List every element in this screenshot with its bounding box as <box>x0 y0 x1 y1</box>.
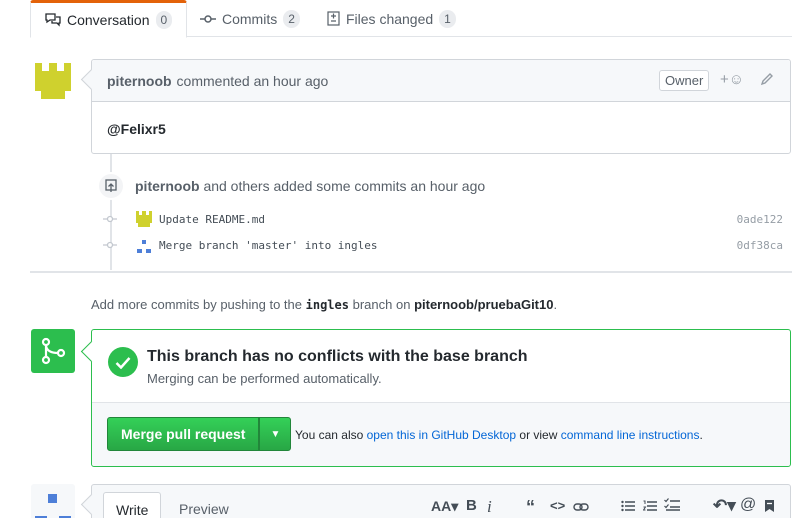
repo-push-icon <box>97 172 125 200</box>
reply-icon[interactable]: ↶▾ <box>713 496 736 516</box>
timeline-divider <box>30 271 792 273</box>
owner-badge: Owner <box>659 70 710 91</box>
triangle-down-icon: ▼ <box>270 428 281 440</box>
tab-counter: 1 <box>439 9 456 28</box>
open-github-desktop-link[interactable]: open this in GitHub Desktop <box>367 428 516 442</box>
event-author[interactable]: piternoob <box>135 178 200 194</box>
push-hint-middle: branch on <box>352 297 411 312</box>
pencil-icon[interactable] <box>760 72 774 89</box>
comment-header: piternoob commented an hour ago Owner +☺ <box>92 60 790 102</box>
tab-preview[interactable]: Preview <box>167 492 241 518</box>
pr-tabs: Conversation 0 Commits 2 Files changed 1 <box>30 0 792 38</box>
link-icon[interactable] <box>573 499 589 516</box>
avatar[interactable] <box>31 484 75 518</box>
push-hint-prefix: Add more commits by pushing to the <box>91 297 302 312</box>
commit-row: Update README.md 0ade122 <box>103 209 791 229</box>
commit-event-text: piternoob and others added some commits … <box>135 178 485 194</box>
commit-message[interactable]: Merge branch 'master' into ingles <box>159 239 378 252</box>
git-merge-icon <box>31 329 75 373</box>
merge-help-prefix: You can also <box>295 428 364 442</box>
quote-icon[interactable]: “ <box>526 497 535 518</box>
git-commit-icon <box>103 238 117 252</box>
commit-message[interactable]: Update README.md <box>159 213 265 226</box>
merge-box: This branch has no conflicts with the ba… <box>91 329 791 467</box>
numbered-list-icon[interactable] <box>642 499 657 516</box>
tab-label: Conversation <box>67 12 150 28</box>
commit-sha[interactable]: 0df38ca <box>737 239 783 252</box>
mention-icon[interactable]: @ <box>740 496 756 514</box>
comment-box: piternoob commented an hour ago Owner +☺… <box>91 59 791 154</box>
diff-icon <box>327 11 340 26</box>
bullet-list-icon[interactable] <box>621 499 635 516</box>
push-hint: Add more commits by pushing to the ingle… <box>91 297 557 312</box>
italic-icon[interactable]: i <box>487 497 492 517</box>
merge-help-text: You can also open this in GitHub Desktop… <box>295 428 703 442</box>
merge-action-area: Merge pull request ▼ You can also open t… <box>92 403 790 466</box>
tab-files-changed[interactable]: Files changed 1 <box>313 0 470 37</box>
comment-author[interactable]: piternoob <box>107 73 172 89</box>
repo-name: piternoob/pruebaGit10 <box>414 297 554 312</box>
git-commit-icon <box>103 212 117 226</box>
tab-label: Files changed <box>346 10 434 27</box>
event-description: and others added some commits an hour ag… <box>203 178 486 194</box>
tab-write[interactable]: Write <box>103 492 162 518</box>
command-line-instructions-link[interactable]: command line instructions <box>561 428 700 442</box>
tab-label: Commits <box>222 10 278 27</box>
bold-icon[interactable]: B <box>466 497 477 514</box>
add-reaction-icon[interactable]: +☺ <box>720 71 744 88</box>
comment-body: @Felixr5 <box>107 121 166 137</box>
git-commit-icon <box>200 14 216 24</box>
merge-options-dropdown[interactable]: ▼ <box>259 417 292 451</box>
tab-conversation[interactable]: Conversation 0 <box>30 0 188 38</box>
merge-button-group: Merge pull request ▼ <box>107 417 292 451</box>
commit-row: Merge branch 'master' into ingles 0df38c… <box>103 235 791 255</box>
merge-status: This branch has no conflicts with the ba… <box>92 330 790 403</box>
merge-status-title: This branch has no conflicts with the ba… <box>147 348 528 365</box>
branch-name: ingles <box>305 298 349 312</box>
comment-timestamp[interactable]: commented an hour ago <box>177 73 329 89</box>
text-size-icon[interactable]: AA▾ <box>431 498 458 515</box>
check-icon <box>108 347 138 377</box>
tab-counter: 0 <box>155 11 173 29</box>
commit-sha[interactable]: 0ade122 <box>737 213 783 226</box>
avatar[interactable] <box>136 211 152 227</box>
avatar[interactable] <box>31 59 75 103</box>
tab-commits[interactable]: Commits 2 <box>186 0 314 37</box>
comment-composer: Write Preview AA▾ B i “ <> ↶▾ @ <box>91 484 791 518</box>
tab-counter: 2 <box>283 9 300 28</box>
push-hint-suffix: . <box>553 297 558 312</box>
merge-help-middle: or view <box>519 428 558 442</box>
code-icon[interactable]: <> <box>550 498 565 513</box>
comment-discussion-icon <box>45 13 61 27</box>
avatar[interactable] <box>136 237 152 253</box>
merge-pull-request-button[interactable]: Merge pull request <box>107 417 260 451</box>
merge-status-subtitle: Merging can be performed automatically. <box>147 371 382 386</box>
bookmark-icon[interactable] <box>764 499 775 517</box>
merge-help-suffix: . <box>699 428 703 442</box>
task-list-icon[interactable] <box>664 498 680 515</box>
